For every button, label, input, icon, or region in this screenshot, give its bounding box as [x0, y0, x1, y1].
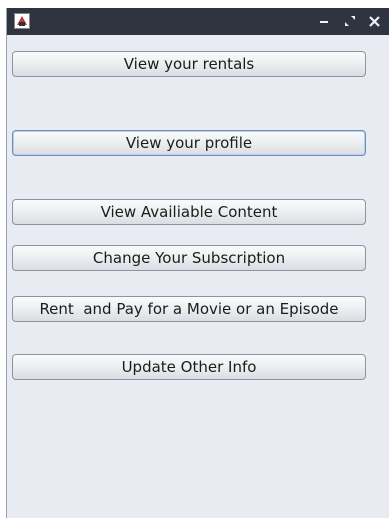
update-other-info-button[interactable]: Update Other Info — [12, 354, 366, 380]
view-available-content-button[interactable]: View Availiable Content — [12, 199, 366, 225]
change-subscription-button[interactable]: Change Your Subscription — [12, 245, 366, 271]
title-bar[interactable] — [7, 8, 389, 35]
view-profile-button[interactable]: View your profile — [12, 130, 366, 156]
minimize-icon[interactable] — [315, 12, 333, 30]
rent-and-pay-button[interactable]: Rent and Pay for a Movie or an Episode — [12, 296, 366, 322]
view-rentals-button[interactable]: View your rentals — [12, 51, 366, 77]
close-icon[interactable] — [365, 12, 383, 30]
app-icon — [14, 13, 30, 29]
app-window: View your rentals View your profile View… — [6, 8, 389, 518]
maximize-icon[interactable] — [341, 12, 359, 30]
